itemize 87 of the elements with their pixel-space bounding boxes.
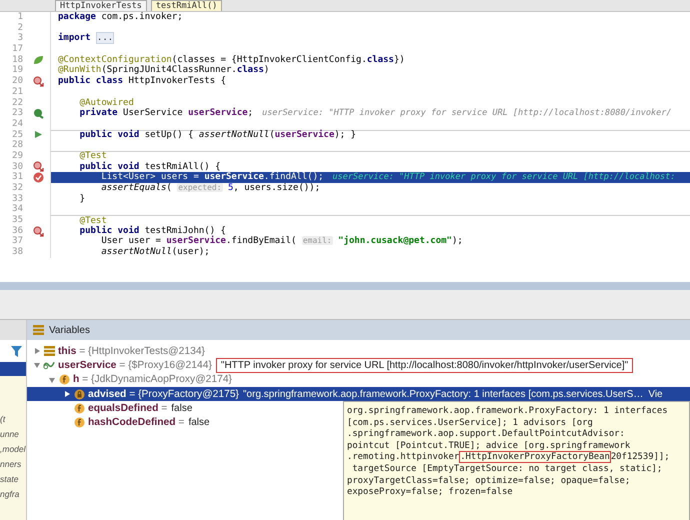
- tooltip-line: .springframework.aop.support.DefaultPointcutAdvisor:: [347, 429, 626, 441]
- code-line: @Autowired: [78, 98, 134, 108]
- line-number: 37: [11, 236, 24, 247]
- frame-item[interactable]: unne: [0, 427, 26, 441]
- locked-field-icon: [74, 388, 84, 400]
- tooltip-line: targetSource [EmptyTargetSource: no target class, static];: [351, 464, 664, 476]
- tooltip-line: .remoting.httpinvoker.HttpInvokerProxyFactoryBean 20f12539]];: [347, 452, 671, 464]
- variable-label: h = {JdkDynamicAopProxy@2174}: [73, 374, 232, 386]
- line-number: 28: [11, 140, 24, 151]
- variable-label: userService = {$Proxy16@2144}: [58, 360, 212, 371]
- frame-item[interactable]: state: [0, 472, 26, 486]
- tooltip-line: [com.ps.services.UserService]; 1 advisors [org: [347, 418, 594, 429]
- stack-icon: [44, 346, 54, 356]
- panel-title: Variables: [49, 324, 90, 336]
- line-number: 34: [11, 204, 24, 215]
- expanded-arrow-icon[interactable]: [31, 360, 43, 370]
- code-line: @Test: [78, 216, 107, 226]
- line-number: 18: [11, 54, 24, 65]
- line-number: 19: [11, 65, 24, 76]
- code-line: package com.ps.invoker;: [58, 12, 183, 23]
- line-number: 22: [11, 98, 24, 108]
- code-line: assertNotNull(user);: [100, 247, 210, 258]
- code-line: public void testRmiJohn() {: [78, 226, 226, 236]
- line-number: 35: [11, 215, 24, 226]
- editor-tab[interactable]: HttpInvokerTests: [55, 0, 147, 11]
- tooltip-line: org.springframework.aop.framework.ProxyFactory: 1 interfaces: [347, 406, 669, 418]
- code-line: @RunWith(SpringJUnit4ClassRunner.class): [58, 65, 270, 76]
- breakpoint-icon[interactable]: [32, 172, 44, 184]
- line-number: 3: [16, 33, 24, 44]
- variable-label: equalsDefined =: [88, 402, 168, 414]
- line-number: 31: [11, 172, 24, 183]
- code-line: List<User> users = userService.findAll();: [100, 172, 324, 183]
- field-icon: [74, 417, 84, 428]
- variable-value: "HTTP invoker proxy for service URL [http://localhost:8080/invoker/httpInvoker/userService]": [216, 358, 634, 373]
- code-line: import ...: [58, 33, 114, 44]
- tree-row[interactable]: advised = {ProxyFactory@2175} "org.springframework.aop.framework.ProxyFactory: 1 interfaces [com.ps.services.UserS… Vie: [27, 386, 690, 402]
- line-number: 38: [11, 247, 24, 258]
- line-number: 23: [11, 108, 24, 119]
- tooltip-line: proxyTargetClass=false; optimize=false; opaque=false;: [347, 476, 632, 487]
- frame-item[interactable]: model,: [0, 442, 26, 456]
- variable-label: this = {HttpInvokerTests@2134}: [58, 346, 205, 357]
- code-line: }: [78, 194, 86, 204]
- line-number: 20: [11, 76, 24, 87]
- variable-value: "org.springframework.aop.framework.ProxyFactory: 1 interfaces [com.ps.services.UserS…: [243, 388, 644, 400]
- line-number: 2: [16, 22, 24, 33]
- tree-row[interactable]: userService = {$Proxy16@2144} "HTTP invoker proxy for service URL [http://localhost:8080/invoker/httpInvoker/userService]": [27, 358, 690, 373]
- line-number: 17: [11, 44, 24, 55]
- glasses-icon: [43, 360, 55, 370]
- variable-value: false: [171, 402, 192, 414]
- line-number: 33: [11, 194, 24, 204]
- code-line: public void setUp() { assertNotNull(userService); }: [78, 130, 356, 141]
- variable-value: false: [188, 417, 210, 428]
- tooltip-line: exposeProxy=false; frozen=false: [347, 487, 514, 499]
- line-number: 24: [11, 118, 24, 130]
- line-number: 36: [11, 226, 24, 236]
- line-number: 1: [16, 12, 24, 23]
- code-line: @ContextConfiguration(classes = {HttpInvokerClientConfig.class}): [58, 54, 405, 65]
- tree-row[interactable]: h = {JdkDynamicAopProxy@2174}: [27, 372, 690, 387]
- frame-item[interactable]: t): [0, 412, 26, 426]
- line-number: 25: [11, 130, 24, 140]
- variable-label: advised = {ProxyFactory@2175}: [88, 388, 239, 400]
- tooltip-line: pointcut [Pointcut.TRUE]; advice [org.springframework: [347, 440, 632, 452]
- view-link[interactable]: Vie: [648, 388, 663, 400]
- field-icon: [74, 402, 84, 414]
- line-number: 29: [11, 150, 24, 162]
- code-line: public void testRmiAll() {: [78, 162, 221, 172]
- code-line: assertEquals( expected: 5, users.size());: [100, 183, 320, 194]
- field-icon: [58, 374, 70, 386]
- bean-icon[interactable]: [32, 108, 44, 120]
- filter-icon[interactable]: [11, 346, 22, 356]
- code-line: @Test: [78, 151, 107, 162]
- inline-value: userService: "HTTP invoker proxy for service URL [http://localhost:8080/invoker/: [262, 108, 672, 119]
- code-line: User user = userService.findByEmail( email: "john.cusack@pet.com");: [100, 236, 463, 247]
- code-line: private UserService userService;: [78, 108, 254, 119]
- code-line: public class HttpInvokerTests {: [58, 76, 226, 87]
- line-number: 21: [11, 86, 24, 98]
- frame-item[interactable]: nners: [0, 457, 26, 471]
- tree-row[interactable]: this = {HttpInvokerTests@2134}: [27, 344, 690, 358]
- line-number: 32: [11, 183, 24, 194]
- run-icon[interactable]: [34, 130, 42, 140]
- frame-item[interactable]: ngfra: [0, 487, 26, 501]
- inline-value: userService: "HTTP invoker proxy for service URL [http://localhost:: [332, 172, 676, 184]
- list-icon: [33, 325, 44, 335]
- line-number: 30: [11, 162, 24, 172]
- variable-label: hashCodeDefined =: [88, 417, 184, 428]
- leaf-icon[interactable]: [32, 55, 44, 66]
- editor-tab[interactable]: testRmiAll(): [150, 0, 222, 11]
